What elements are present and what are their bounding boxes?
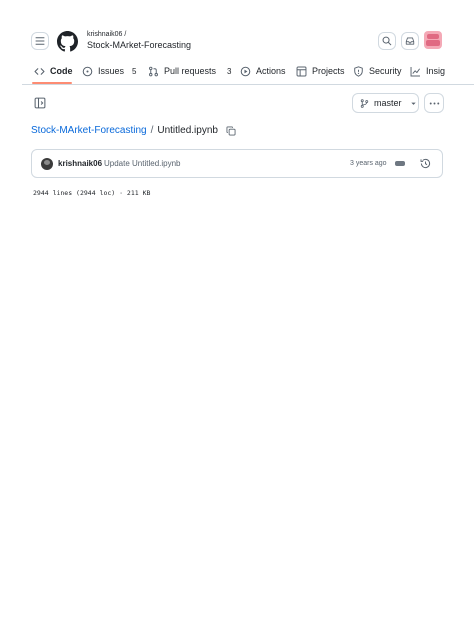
search-button[interactable] bbox=[378, 32, 396, 50]
branch-name: master bbox=[374, 98, 402, 108]
file-info-summary: 2944 lines (2944 loc) · 211 KB bbox=[33, 189, 151, 197]
github-logo-icon[interactable] bbox=[57, 31, 78, 52]
branch-select-button[interactable]: master bbox=[352, 93, 419, 113]
shield-icon bbox=[354, 65, 363, 77]
tab-code-label: Code bbox=[50, 66, 73, 76]
sidebar-expand-icon[interactable] bbox=[34, 97, 46, 109]
latest-commit-box: krishnaik06 Update Untitled.ipynb 3 year… bbox=[31, 149, 443, 178]
tab-projects[interactable]: Projects bbox=[296, 63, 345, 79]
pull-requests-count-badge: 3 bbox=[227, 66, 232, 76]
commit-author[interactable]: krishnaik06 bbox=[58, 159, 102, 168]
commit-author-avatar[interactable] bbox=[41, 158, 53, 170]
breadcrumb-separator: / bbox=[150, 125, 154, 136]
chevron-down-icon bbox=[410, 102, 416, 105]
issues-count-badge: 5 bbox=[132, 66, 137, 76]
graph-icon bbox=[410, 66, 421, 76]
inbox-button[interactable] bbox=[401, 32, 419, 50]
tab-projects-label: Projects bbox=[312, 66, 345, 76]
history-icon[interactable] bbox=[420, 158, 431, 169]
commit-message[interactable]: Update Untitled.ipynb bbox=[104, 159, 181, 168]
issue-opened-icon bbox=[82, 66, 93, 76]
breadcrumb: Stock-MArket-Forecasting / Untitled.ipyn… bbox=[31, 125, 236, 136]
tab-issues[interactable]: Issues 5 bbox=[82, 63, 136, 79]
commit-time: 3 years ago bbox=[350, 160, 387, 167]
git-branch-icon bbox=[360, 98, 369, 108]
repo-name-link[interactable]: Stock-MArket-Forecasting bbox=[87, 40, 191, 50]
tab-actions-label: Actions bbox=[256, 66, 286, 76]
repo-owner-link[interactable]: krishnaik06 / bbox=[87, 31, 126, 38]
breadcrumb-file-name: Untitled.ipynb bbox=[157, 125, 218, 136]
tab-insights[interactable]: Insig bbox=[410, 63, 474, 79]
header-divider bbox=[22, 84, 474, 85]
inbox-icon bbox=[405, 37, 415, 45]
git-pull-request-icon bbox=[149, 66, 158, 76]
hamburger-menu-button[interactable] bbox=[31, 32, 49, 50]
tab-issues-label: Issues bbox=[98, 66, 125, 76]
play-icon bbox=[240, 66, 251, 76]
more-options-button[interactable] bbox=[424, 93, 444, 113]
tab-insights-label: Insig bbox=[426, 66, 446, 76]
kebab-horizontal-icon bbox=[429, 102, 439, 104]
code-icon bbox=[34, 67, 45, 75]
copy-icon[interactable] bbox=[226, 126, 236, 136]
commit-sha-badge[interactable] bbox=[395, 161, 405, 166]
table-icon bbox=[296, 66, 307, 76]
tab-actions[interactable]: Actions bbox=[240, 63, 286, 79]
tab-pull-requests[interactable]: Pull requests 3 bbox=[148, 63, 231, 79]
search-icon bbox=[382, 36, 392, 46]
user-avatar[interactable] bbox=[424, 31, 442, 49]
breadcrumb-repo-link[interactable]: Stock-MArket-Forecasting bbox=[31, 125, 147, 136]
tab-security[interactable]: Security bbox=[353, 63, 402, 79]
tab-code[interactable]: Code bbox=[34, 63, 73, 79]
tab-security-label: Security bbox=[369, 66, 402, 76]
tab-pull-requests-label: Pull requests bbox=[164, 66, 217, 76]
three-bars-icon bbox=[35, 37, 45, 45]
